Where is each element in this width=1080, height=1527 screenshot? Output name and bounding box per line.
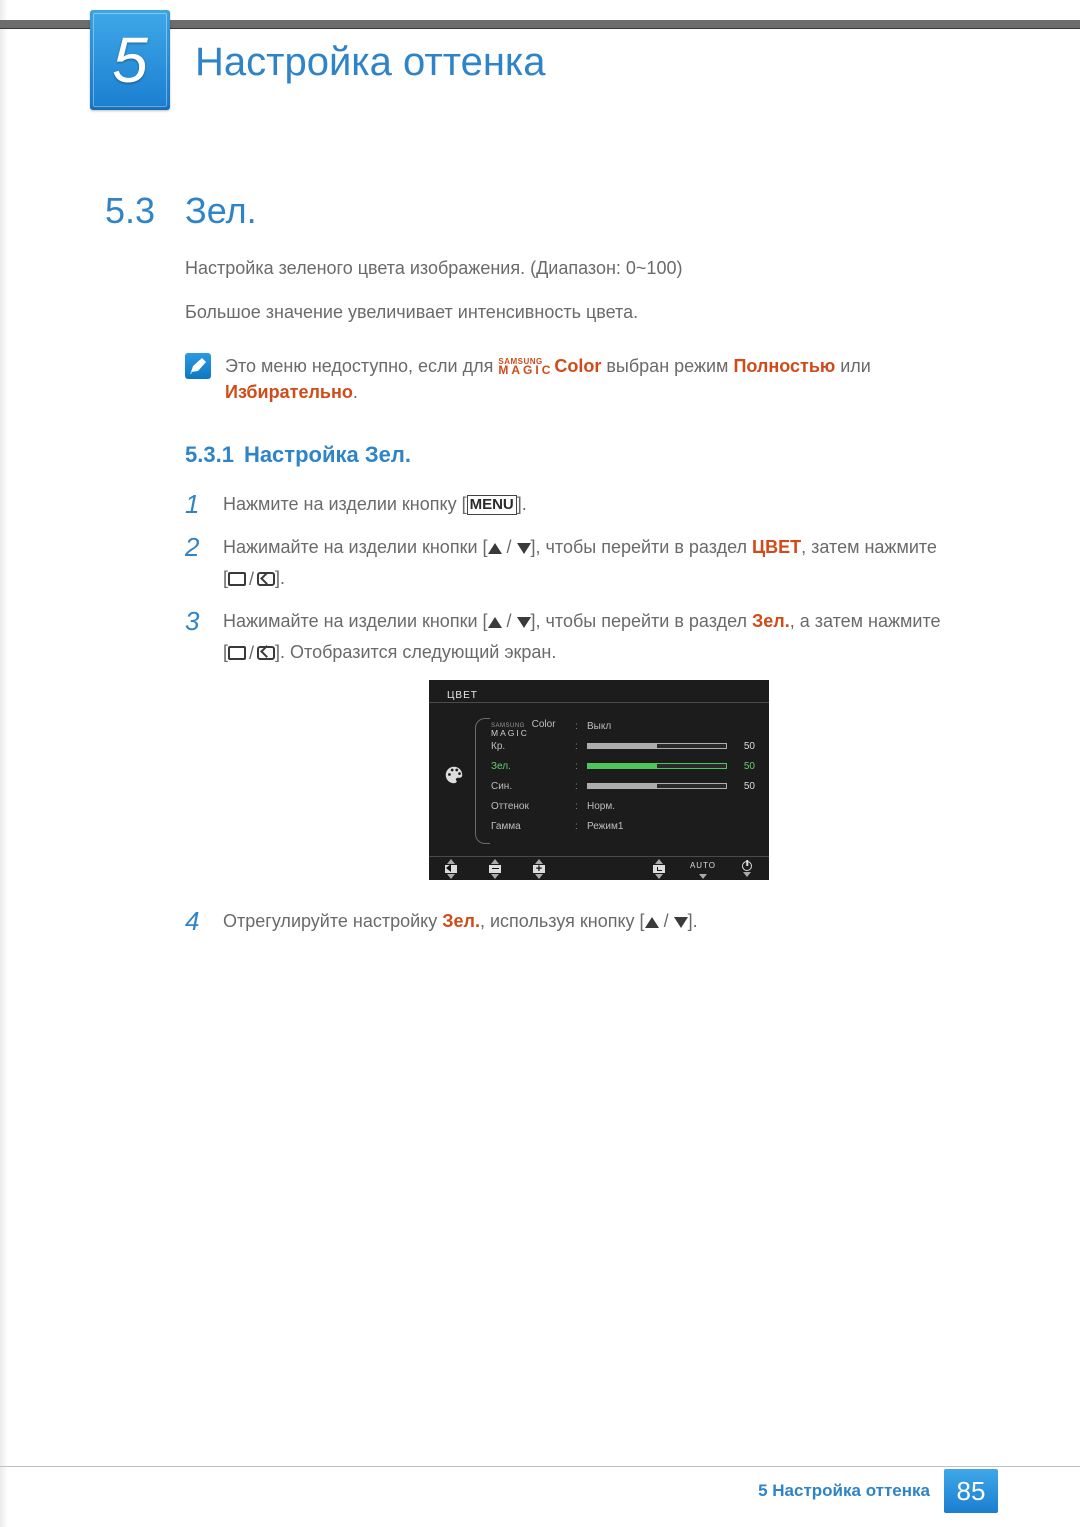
osd-sin-value: 50	[733, 778, 755, 795]
power-icon	[742, 861, 752, 871]
osd-btn-enter	[637, 859, 681, 879]
footer-text: 5 Настройка оттенка	[758, 1481, 930, 1501]
step-text: Нажимайте на изделии кнопки [ / ], чтобы…	[223, 532, 975, 594]
osd-row-zel: Зел.: 50	[491, 756, 755, 776]
osd-divider	[429, 702, 769, 703]
page-number-badge: 85	[944, 1469, 998, 1513]
osd-btn-back	[429, 859, 473, 879]
triangle-up-icon	[488, 617, 502, 628]
step-2: 2 Нажимайте на изделии кнопки [ / ], что…	[185, 532, 975, 594]
osd-btn-power	[725, 861, 769, 877]
step-4: 4 Отрегулируйте настройку Зел., использу…	[185, 906, 975, 937]
osd-zel-label: Зел.	[491, 758, 569, 775]
osd-magic-value: Выкл	[587, 718, 611, 735]
source-icon	[228, 572, 246, 586]
paragraph-description: Настройка зеленого цвета изображения. (Д…	[185, 255, 975, 281]
osd-ott-label: Оттенок	[491, 798, 569, 815]
page-left-shadow	[0, 0, 8, 1527]
note-prefix: Это меню недоступно, если для	[225, 356, 498, 376]
chapter-number: 5	[112, 23, 148, 97]
paragraph-intensity: Большое значение увеличивает интенсивнос…	[185, 299, 975, 325]
note-text: Это меню недоступно, если для SAMSUNGMAG…	[225, 353, 975, 405]
subsection-number: 5.3.1	[185, 442, 234, 467]
step-text: Нажмите на изделии кнопку [MENU].	[223, 489, 975, 520]
osd-sin-label: Син.	[491, 778, 569, 795]
step-3: 3 Нажимайте на изделии кнопки [ / ], что…	[185, 606, 975, 894]
section-title: Зел.	[185, 190, 257, 232]
osd-kr-label: Кр.	[491, 738, 569, 755]
osd-zel-value: 50	[733, 758, 755, 775]
note-block: Это меню недоступно, если для SAMSUNGMAG…	[185, 353, 975, 405]
step-number: 3	[185, 606, 203, 894]
osd-gam-label: Гамма	[491, 818, 569, 835]
enter-icon	[257, 572, 275, 586]
osd-row-gamma: Гамма: Режим1	[491, 816, 755, 836]
source-icon	[228, 646, 246, 660]
osd-btn-auto: AUTO	[681, 859, 725, 879]
chapter-badge: 5	[90, 10, 170, 110]
osd-kr-slider	[587, 743, 727, 749]
steps-list: 1 Нажмите на изделии кнопку [MENU]. 2 На…	[185, 489, 975, 937]
step-1: 1 Нажмите на изделии кнопку [MENU].	[185, 489, 975, 520]
triangle-down-icon	[674, 917, 688, 928]
osd-btn-plus: +	[517, 859, 561, 879]
osd-palette-icon	[443, 764, 465, 786]
step4-zel: Зел.	[442, 911, 480, 931]
note-or: или	[835, 356, 871, 376]
osd-row-sin: Син.: 50	[491, 776, 755, 796]
chapter-title: Настройка оттенка	[195, 40, 546, 85]
step2-cvet: ЦВЕТ	[752, 537, 801, 557]
menu-button-icon: MENU	[467, 495, 517, 515]
note-option-2: Избирательно	[225, 382, 353, 402]
section-number: 5.3	[105, 190, 155, 232]
subsection-heading: 5.3.1 Настройка Зел.	[185, 439, 975, 471]
osd-row-magic: SAMSUNGMAGIC Color : Выкл	[491, 716, 755, 736]
osd-kr-value: 50	[733, 738, 755, 755]
osd-samsung-magic-logo: SAMSUNGMAGIC	[491, 724, 529, 737]
triangle-up-icon	[645, 917, 659, 928]
triangle-up-icon	[488, 543, 502, 554]
osd-zel-slider	[587, 763, 727, 769]
enter-icon	[257, 646, 275, 660]
step-number: 1	[185, 489, 203, 520]
note-icon	[185, 353, 211, 379]
osd-ott-value: Норм.	[587, 798, 615, 815]
body-content: Настройка зеленого цвета изображения. (Д…	[185, 255, 975, 949]
step-number: 2	[185, 532, 203, 594]
source-enter-icons: /	[228, 638, 275, 669]
osd-btn-minus	[473, 859, 517, 879]
note-magic-suffix: Color	[554, 356, 601, 376]
step-text: Нажимайте на изделии кнопки [ / ], чтобы…	[223, 606, 975, 894]
footer-divider	[0, 1466, 1080, 1467]
step-text: Отрегулируйте настройку Зел., используя …	[223, 906, 975, 937]
subsection-title: Настройка Зел.	[244, 442, 411, 467]
osd-row-ottenok: Оттенок: Норм.	[491, 796, 755, 816]
note-mid: выбран режим	[601, 356, 733, 376]
step-number: 4	[185, 906, 203, 937]
osd-gam-value: Режим1	[587, 818, 623, 835]
note-end: .	[353, 382, 358, 402]
osd-row-kr: Кр.: 50	[491, 736, 755, 756]
triangle-down-icon	[517, 617, 531, 628]
triangle-down-icon	[517, 543, 531, 554]
page-number: 85	[957, 1476, 986, 1507]
source-enter-icons: /	[228, 564, 275, 595]
osd-rows: SAMSUNGMAGIC Color : Выкл Кр.: 50 Зел.:	[491, 716, 755, 836]
samsung-magic-logo: SAMSUNGMAGIC	[498, 359, 553, 375]
osd-screenshot: ЦВЕТ SAMSUNGMAGIC Color : Выкл Кр.:	[429, 680, 769, 880]
step3-zel: Зел.	[752, 611, 790, 631]
note-option-1: Полностью	[733, 356, 835, 376]
osd-bottom-bar: + AUTO	[429, 856, 769, 880]
osd-sin-slider	[587, 783, 727, 789]
